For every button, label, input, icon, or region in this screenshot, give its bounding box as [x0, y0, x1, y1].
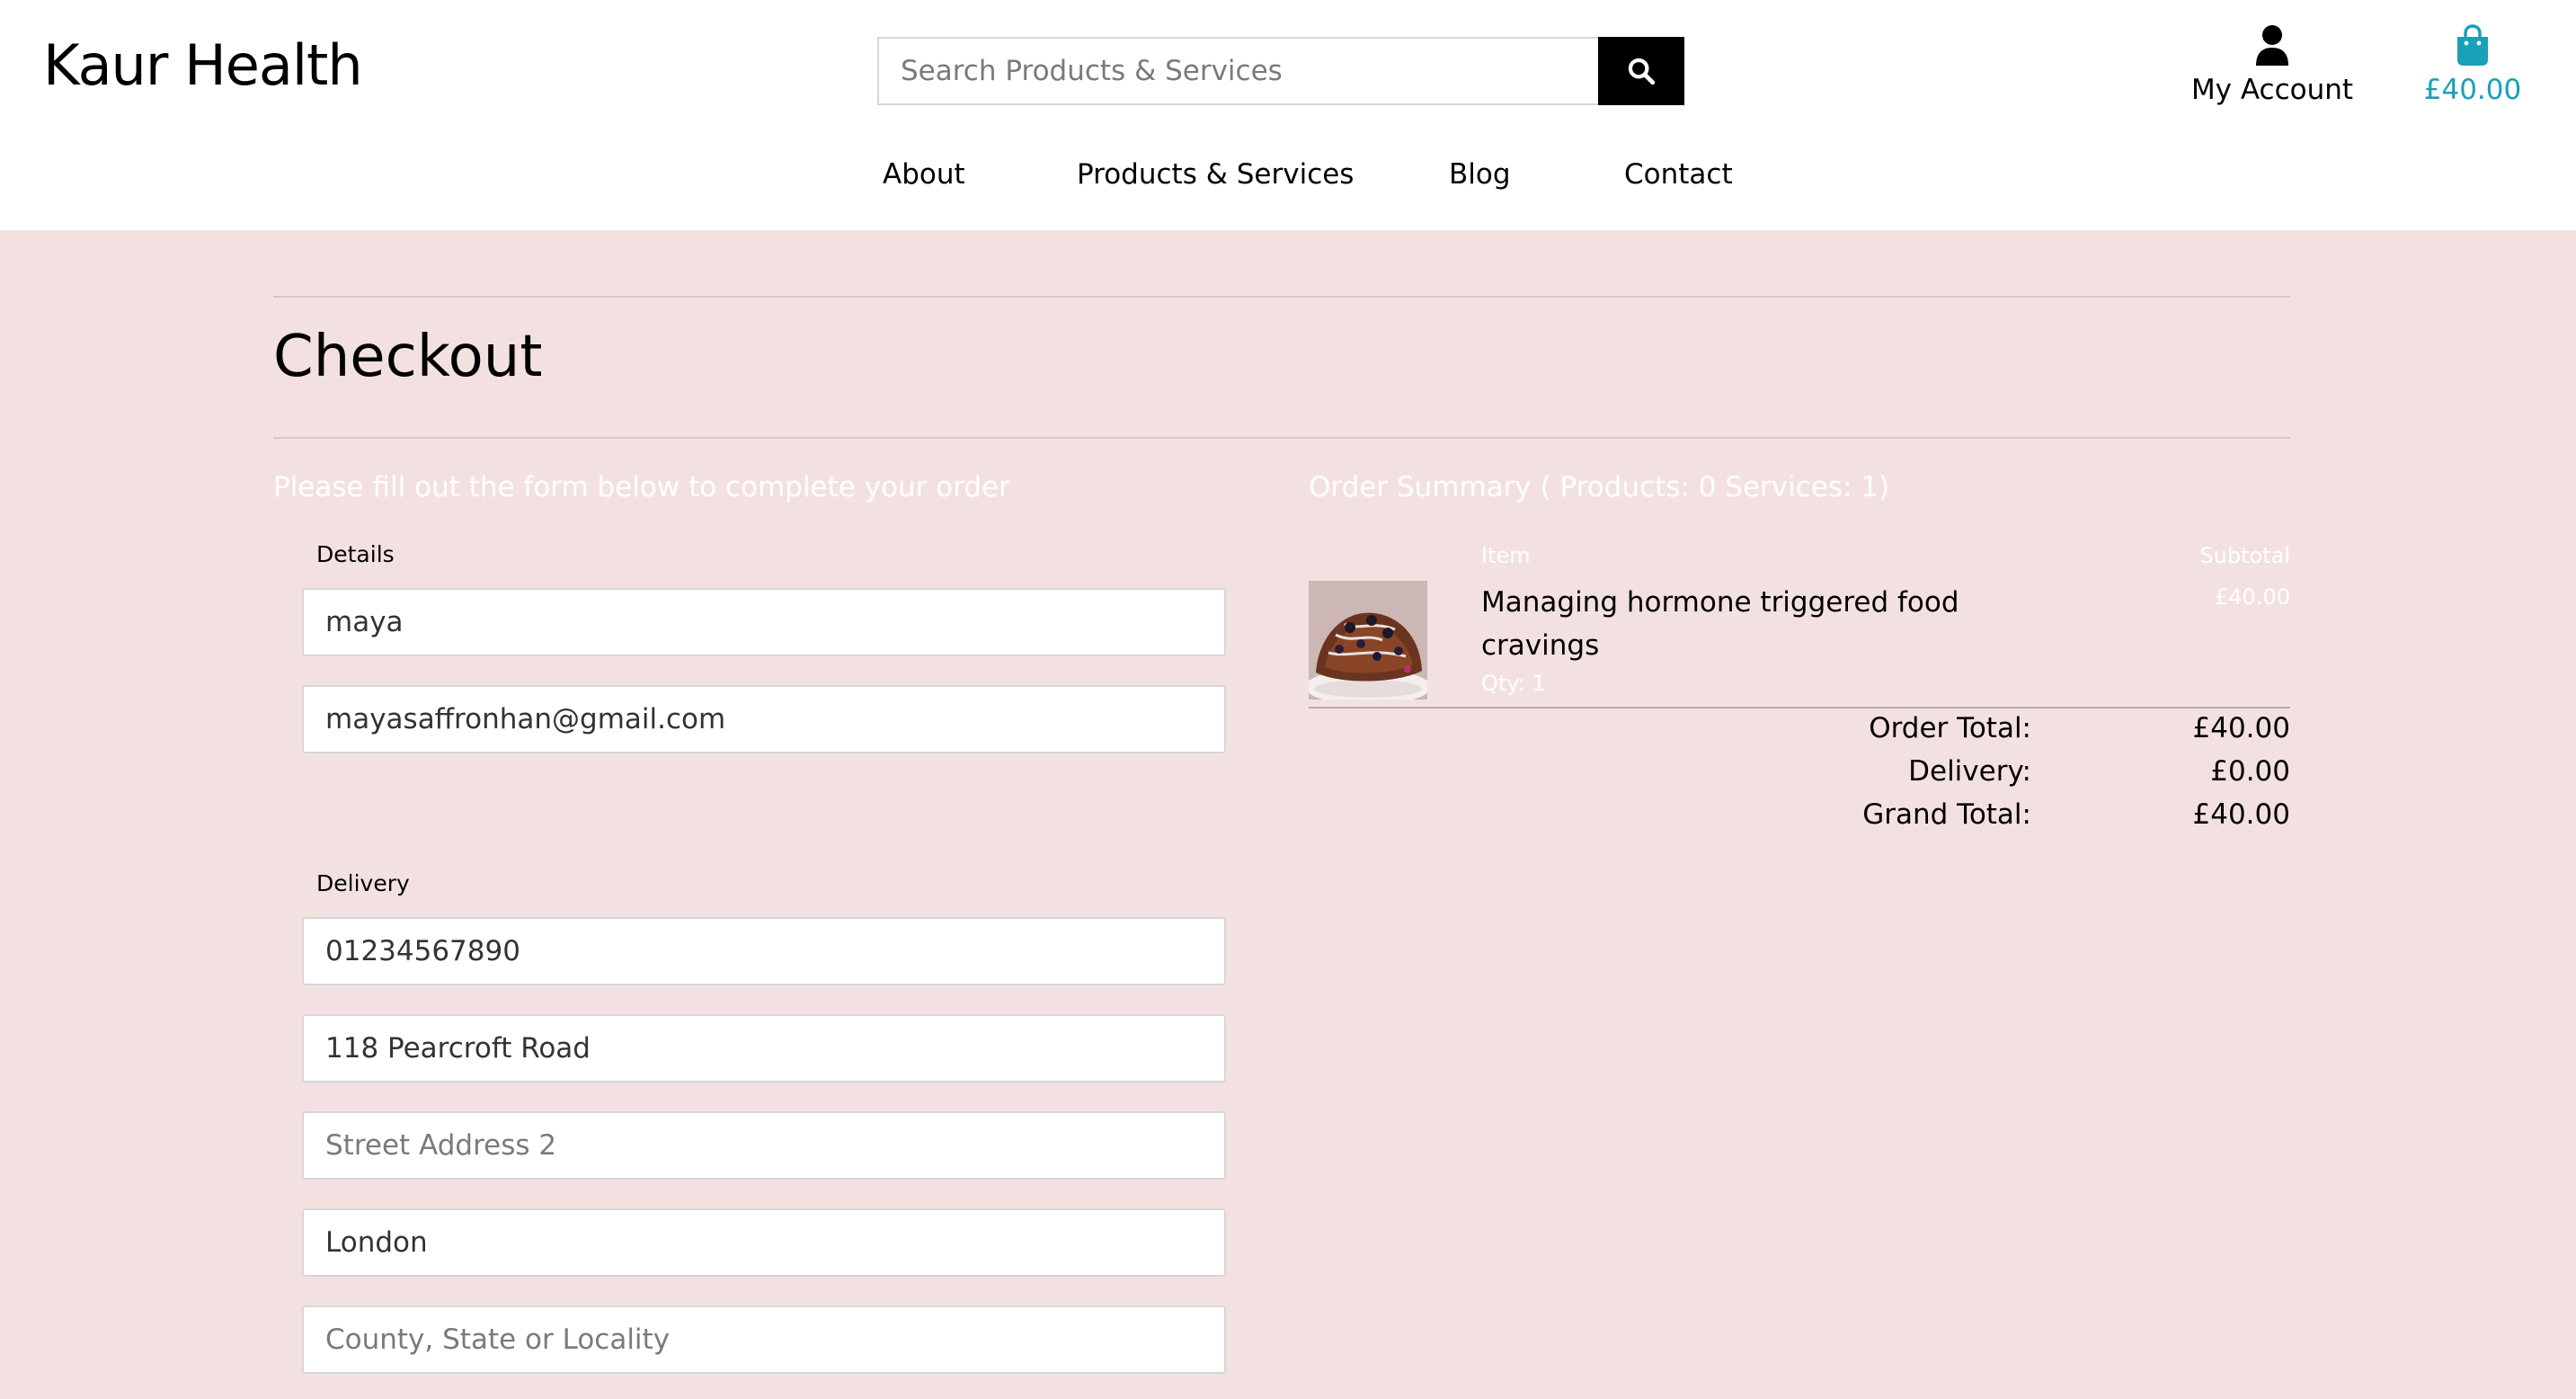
email-field[interactable] [302, 685, 1226, 753]
item-column-header: Item [1481, 543, 1531, 568]
nav-products-services[interactable]: Products & Services [1077, 158, 1354, 191]
main-navigation: About Products & Services Blog Contact [0, 158, 2576, 198]
search-form [877, 37, 1684, 105]
page-title: Checkout [273, 324, 543, 390]
subtotal-column-header: Subtotal [2199, 543, 2290, 568]
order-total-label: Order Total: [1869, 712, 2031, 744]
search-input[interactable] [877, 37, 1598, 105]
product-thumbnail [1309, 581, 1427, 700]
delivery-value: £0.00 [2210, 755, 2290, 788]
delivery-legend: Delivery [316, 870, 410, 896]
street-address-2-field[interactable] [302, 1111, 1226, 1180]
nav-blog[interactable]: Blog [1449, 158, 1511, 191]
grand-total-label: Grand Total: [1862, 798, 2031, 831]
full-name-field[interactable] [302, 588, 1226, 656]
nav-contact[interactable]: Contact [1624, 158, 1733, 191]
phone-number-field[interactable] [302, 917, 1226, 985]
logo-text-primary: Kaur [43, 32, 168, 98]
site-logo[interactable]: Kaur Health [43, 32, 363, 98]
details-legend: Details [316, 541, 395, 567]
product-subtotal: £40.00 [2215, 584, 2290, 610]
divider [1309, 707, 2290, 708]
my-account-label: My Account [2190, 74, 2354, 106]
product-quantity: Qty: 1 [1481, 671, 1546, 696]
county-field[interactable] [302, 1305, 1226, 1374]
nav-about[interactable]: About [883, 158, 965, 191]
logo-text-secondary: Health [167, 32, 363, 98]
grand-total-value: £40.00 [2192, 798, 2290, 831]
search-icon [1628, 58, 1656, 85]
street-address-1-field[interactable] [302, 1014, 1226, 1083]
divider [273, 296, 2290, 298]
product-name: Managing hormone triggered food cravings [1481, 586, 1959, 662]
order-total-value: £40.00 [2192, 712, 2290, 744]
town-city-field[interactable] [302, 1208, 1226, 1277]
site-header: Kaur Health My Account £40.00 About Prod… [0, 0, 2576, 230]
checkout-page: Checkout Please fill out the form below … [0, 230, 2576, 1399]
search-button[interactable] [1598, 37, 1684, 105]
order-summary-title: Order Summary ( Products: 0 Services: 1) [1309, 471, 1890, 503]
my-account-link[interactable]: My Account [2184, 23, 2360, 113]
divider [273, 437, 2290, 439]
user-icon [2256, 25, 2288, 66]
cart-total: £40.00 [2423, 74, 2522, 106]
checkout-instructions: Please fill out the form below to comple… [273, 471, 1010, 503]
shopping-bag-link[interactable]: £40.00 [2414, 23, 2531, 113]
shopping-bag-icon [2457, 24, 2488, 66]
delivery-label: Delivery: [1908, 755, 2031, 788]
